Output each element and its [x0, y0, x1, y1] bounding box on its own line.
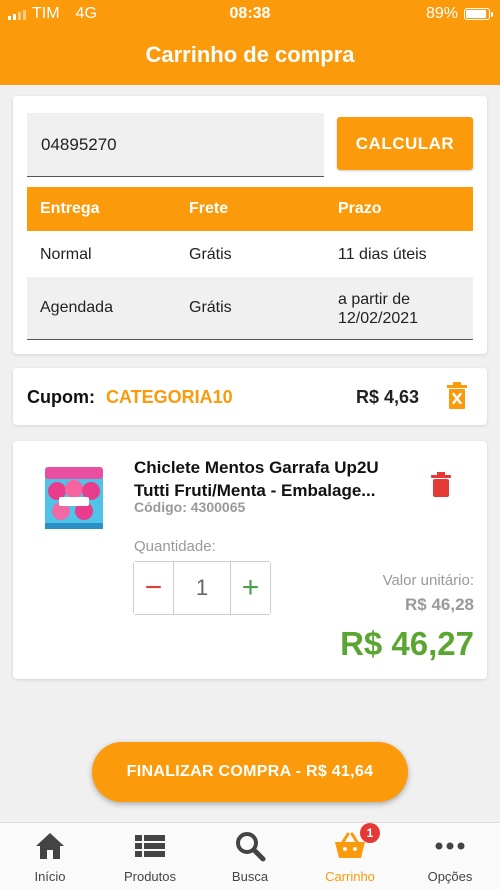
trash-icon[interactable] [446, 382, 468, 410]
tab-label: Busca [231, 869, 269, 884]
cart-item: Chiclete Mentos Garrafa Up2U Tutti Fruti… [13, 441, 487, 679]
coupon-code: CATEGORIA10 [106, 387, 233, 407]
shipping-cost: Grátis [189, 246, 232, 263]
delivery-time: a partir de 12/02/2021 [338, 291, 419, 327]
column-header-frete: Frete [189, 200, 229, 217]
status-bar: TIM 4G 08:38 89% [0, 0, 500, 30]
cep-input[interactable] [27, 113, 324, 177]
quantity-stepper: − 1 + [133, 561, 271, 615]
coupon-label: Cupom: [27, 387, 95, 407]
table-row[interactable]: Agendada Grátis a partir de 12/02/2021 [27, 277, 473, 340]
list-icon [135, 835, 165, 857]
delivery-type: Normal [40, 246, 92, 263]
status-right: 89% [425, 5, 493, 23]
increase-quantity-button[interactable]: + [230, 562, 270, 614]
shipping-card: CALCULAR Entrega Frete Prazo Normal Grát… [13, 96, 487, 354]
product-name[interactable]: Chiclete Mentos Garrafa Up2U Tutti Fruti… [134, 456, 414, 502]
coupon-card: Cupom: CATEGORIA10 R$ 4,63 [13, 368, 487, 425]
tab-opcoes[interactable]: Opções [400, 823, 500, 889]
tab-busca[interactable]: Busca [200, 823, 300, 889]
tab-label: Produtos [123, 869, 177, 884]
page-title: Carrinho de compra [145, 42, 355, 67]
battery-percent: 89% [425, 5, 458, 22]
decrease-quantity-button[interactable]: − [134, 562, 174, 614]
item-total-price: R$ 46,27 [340, 625, 474, 662]
unit-price-label: Valor unitário: [382, 572, 474, 589]
more-icon [435, 842, 465, 850]
column-header-prazo: Prazo [338, 200, 382, 217]
table-row[interactable]: Normal Grátis 11 dias úteis [27, 231, 473, 277]
delivery-type: Agendada [40, 299, 113, 316]
shipping-table: Entrega Frete Prazo Normal Grátis 11 dia… [27, 187, 473, 340]
battery-level [466, 10, 486, 18]
quantity-value: 1 [195, 575, 209, 600]
shipping-table-header: Entrega Frete Prazo [27, 187, 473, 231]
tab-produtos[interactable]: Produtos [100, 823, 200, 889]
column-header-entrega: Entrega [40, 200, 100, 217]
home-icon [36, 833, 64, 859]
delivery-time: 11 dias úteis [338, 246, 427, 263]
search-icon [236, 832, 266, 862]
calculate-button[interactable]: CALCULAR [337, 117, 473, 170]
trash-icon[interactable] [431, 472, 451, 497]
tab-label: Início [34, 869, 66, 884]
product-image[interactable] [39, 459, 109, 535]
quantity-label: Quantidade: [134, 538, 216, 555]
battery-icon [464, 8, 493, 20]
tab-carrinho[interactable]: 1 Carrinho [300, 823, 400, 889]
tab-label: Carrinho [325, 869, 375, 884]
shipping-cost: Grátis [189, 299, 232, 316]
cart-count-badge: 1 [360, 823, 380, 843]
bottom-tab-bar: Início Produtos Busca 1 Carrinho Opções [0, 822, 500, 889]
tab-label: Opções [427, 869, 473, 884]
tab-inicio[interactable]: Início [0, 823, 100, 889]
app-header: TIM 4G 08:38 89% Carrinho de compra [0, 0, 500, 85]
coupon-discount: R$ 4,63 [356, 387, 420, 407]
unit-price: R$ 46,28 [405, 595, 474, 614]
finalize-purchase-button[interactable]: FINALIZAR COMPRA - R$ 41,64 [92, 742, 408, 802]
product-code: Código: 4300065 [134, 499, 246, 515]
